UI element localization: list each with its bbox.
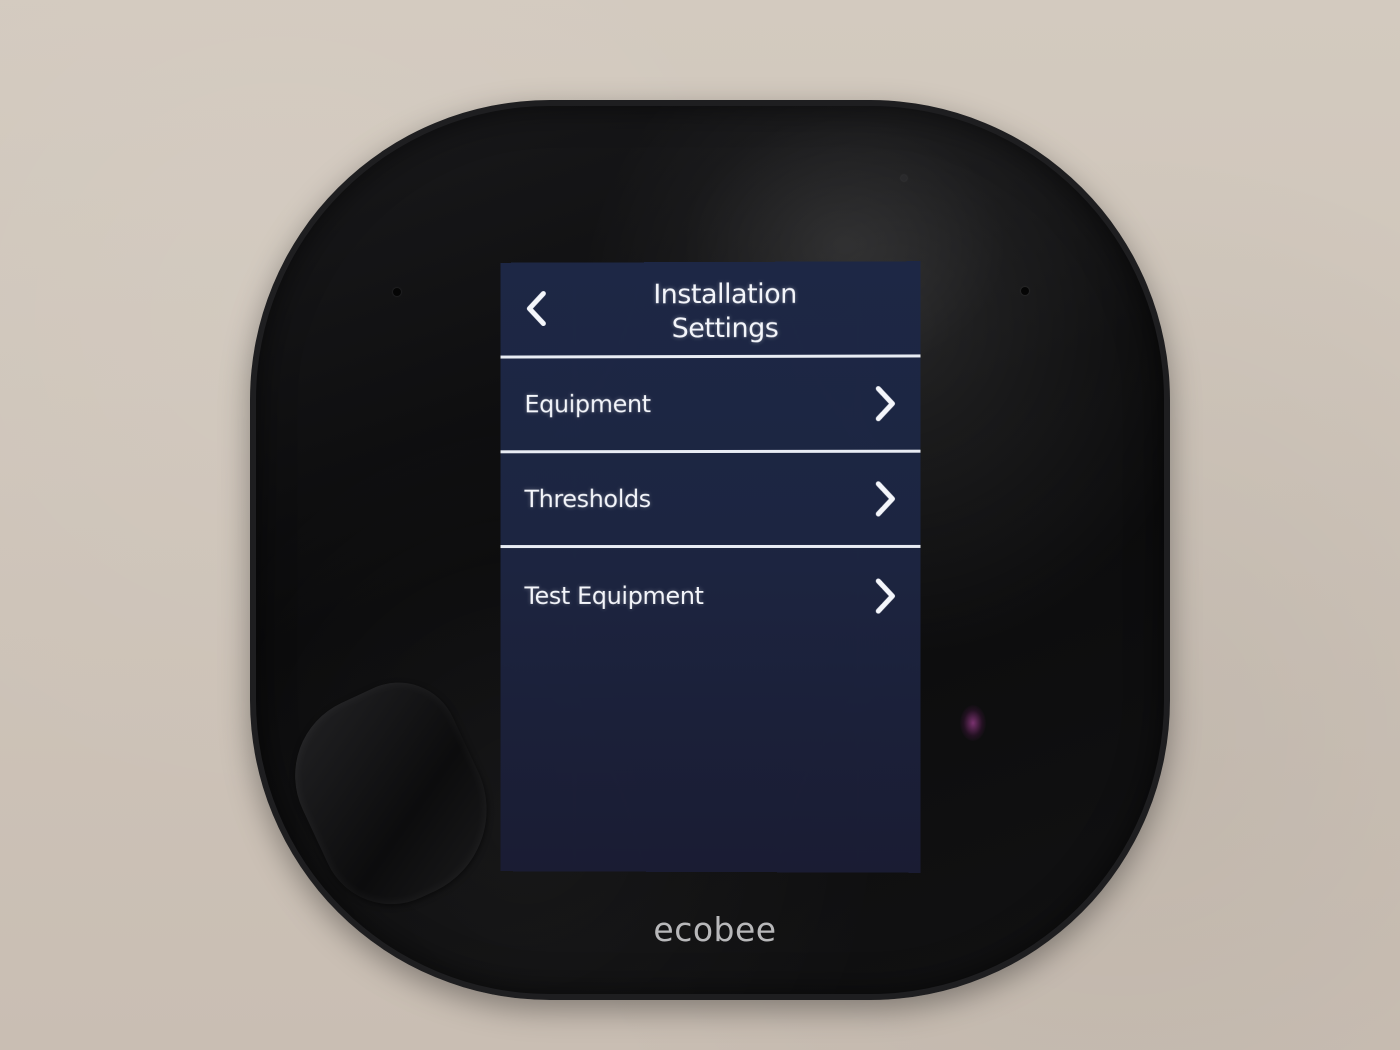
brand-logo: ecobee — [653, 910, 777, 949]
page-title-line-1: Installation — [653, 278, 797, 311]
touch-screen: Installation Settings Equipment Threshol… — [500, 261, 921, 873]
chevron-left-icon — [525, 291, 547, 331]
menu-item-label: Equipment — [524, 390, 651, 419]
menu-item-equipment[interactable]: Equipment — [500, 357, 921, 454]
chevron-right-icon — [872, 481, 898, 517]
menu-item-label: Thresholds — [524, 485, 651, 514]
page-title: Installation Settings — [570, 277, 880, 346]
sensor-dot-top — [901, 175, 907, 181]
indicator-reflection — [960, 705, 986, 741]
sensor-dot-right — [1021, 287, 1029, 295]
screen-header: Installation Settings — [500, 261, 921, 359]
chevron-right-icon — [872, 578, 898, 614]
chevron-right-icon — [872, 386, 898, 422]
sensor-dot-left — [393, 288, 401, 296]
menu-item-thresholds[interactable]: Thresholds — [500, 452, 921, 549]
page-title-line-2: Settings — [671, 312, 779, 345]
menu-item-label: Test Equipment — [524, 581, 704, 610]
back-button[interactable] — [516, 289, 556, 333]
menu-item-test-equipment[interactable]: Test Equipment — [501, 548, 921, 643]
